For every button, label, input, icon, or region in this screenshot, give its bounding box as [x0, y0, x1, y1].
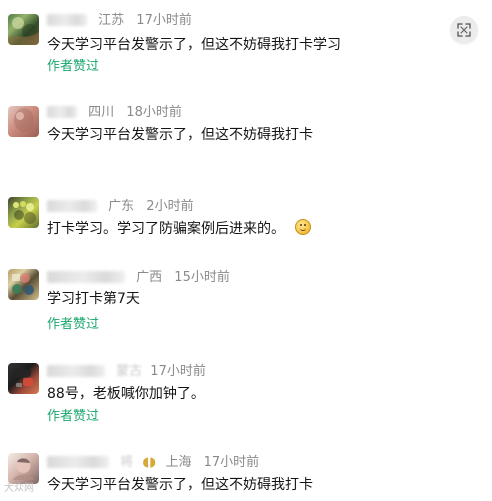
time-label: 17小时前 — [150, 364, 206, 379]
comment-item: 江苏 17小时前 今天学习平台发警示了，但这不妨碍我打卡学习 作者赞过 — [0, 8, 492, 78]
author-liked-label: 作者赞过 — [47, 59, 100, 74]
comment-text: 今天学习平台发警示了，但这不妨碍我打卡学习 — [47, 37, 341, 53]
comment-item: 蒙古 17小时前 88号，老板喊你加钟了。 作者赞过 — [0, 356, 492, 428]
time-label: 17小时前 — [136, 13, 192, 28]
comment-meta: 广西 15小时前 — [47, 269, 230, 287]
comment-item: 广东 2小时前 打卡学习。学习了防骗案例后进来的。 — [0, 185, 492, 247]
time-label: 15小时前 — [174, 270, 230, 285]
avatar — [8, 453, 39, 484]
username-blur — [47, 364, 105, 377]
avatar — [8, 106, 39, 137]
avatar — [8, 269, 39, 300]
author-liked-label: 作者赞过 — [47, 409, 100, 424]
region-label: 四川 — [88, 105, 115, 120]
username-tail: 将 — [120, 455, 134, 470]
comment-item: 广西 15小时前 学习打卡第7天 作者赞过 — [0, 262, 492, 336]
comment-text: 88号，老板喊你加钟了。 — [47, 386, 205, 402]
avatar — [8, 197, 39, 228]
comment-meta: 将 ◖◗ 上海 17小时前 — [47, 454, 259, 472]
comment-text: 今天学习平台发警示了，但这不妨碍我打卡 — [47, 477, 313, 493]
region-label: 广西 — [136, 270, 163, 285]
comment-meta: 江苏 17小时前 — [47, 12, 192, 30]
username-blur — [47, 270, 125, 283]
time-label: 2小时前 — [146, 199, 194, 214]
username-blur — [47, 13, 87, 26]
username-blur — [47, 455, 109, 468]
avatar — [8, 363, 39, 394]
username-tail: 蒙古 — [116, 364, 143, 379]
region-label: 江苏 — [98, 13, 125, 28]
watermark-text: 大众网 — [4, 483, 34, 494]
time-label: 18小时前 — [126, 105, 182, 120]
comment-text: 今天学习平台发警示了，但这不妨碍我打卡 — [47, 127, 313, 143]
comment-text-content: 打卡学习。学习了防骗案例后进来的。 — [47, 221, 285, 237]
comment-meta: 广东 2小时前 — [47, 198, 194, 216]
time-label: 17小时前 — [203, 455, 260, 470]
region-label: 上海 — [165, 455, 192, 470]
comment-text: 学习打卡第7天 — [47, 291, 140, 307]
comment-item: 将 ◖◗ 上海 17小时前 今天学习平台发警示了，但这不妨碍我打卡 — [0, 448, 492, 501]
author-liked-label: 作者赞过 — [47, 317, 100, 332]
username-blur — [47, 199, 97, 212]
comment-meta: 蒙古 17小时前 — [47, 363, 206, 381]
region-label: 广东 — [108, 199, 135, 214]
smile-emoji-icon — [295, 219, 312, 235]
avatar — [8, 14, 39, 45]
comment-item: 四川 18小时前 今天学习平台发警示了，但这不妨碍我打卡 — [0, 96, 492, 166]
name-decoration-icon: ◖◗ — [142, 455, 157, 470]
username-blur — [47, 105, 77, 118]
comment-meta: 四川 18小时前 — [47, 104, 182, 122]
comment-text: 打卡学习。学习了防骗案例后进来的。 — [47, 219, 312, 239]
